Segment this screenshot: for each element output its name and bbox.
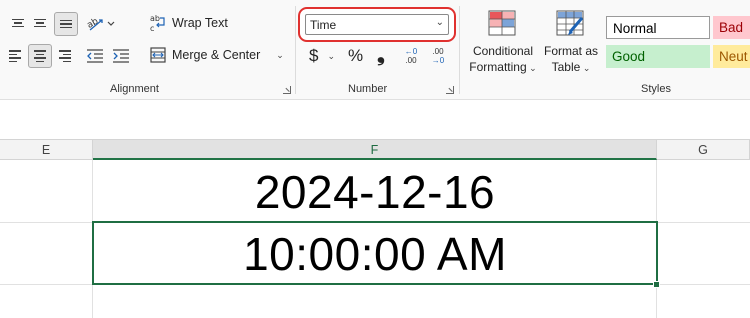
group-separator (459, 6, 460, 94)
bottom-align-icon (60, 19, 72, 29)
chevron-down-icon[interactable]: ⌄ (327, 51, 335, 62)
cell-style-neut[interactable]: Neut (713, 45, 750, 68)
cell-style-good[interactable]: Good (606, 45, 710, 68)
cell-f-date[interactable]: 2024-12-16 (93, 165, 657, 219)
formula-bar-area (0, 100, 750, 140)
merge-center-button[interactable]: Merge & Center ⌄ (150, 47, 284, 63)
conditional-formatting-label-2: Formatting (469, 60, 527, 74)
conditional-formatting-button[interactable]: Conditional Formatting ⌄ (466, 8, 540, 76)
group-separator (295, 6, 296, 94)
accounting-format-button[interactable]: $ ⌄ (309, 46, 335, 66)
chevron-down-icon: ⌄ (435, 17, 444, 28)
align-center-icon (34, 50, 46, 62)
merge-center-icon (150, 47, 166, 63)
chevron-down-icon[interactable]: ⌄ (276, 50, 284, 61)
decrease-indent-button[interactable] (84, 46, 106, 66)
middle-align-button[interactable] (30, 13, 50, 33)
center-button[interactable] (28, 44, 52, 68)
align-right-button[interactable] (55, 46, 75, 66)
cell-style-bad[interactable]: Bad (713, 16, 750, 39)
chevron-down-icon: ⌄ (580, 63, 591, 73)
alignment-launcher-icon[interactable] (283, 86, 291, 94)
number-format-highlight: Time ⌄ (298, 7, 456, 42)
top-align-button[interactable] (8, 13, 28, 33)
increase-decimal-icon: ←0 (404, 47, 418, 56)
cell-style-normal[interactable]: Normal (606, 16, 710, 39)
active-cell-border (92, 221, 658, 285)
increase-indent-button[interactable] (110, 46, 132, 66)
orientation-button[interactable]: ab (85, 12, 117, 34)
number-group-label: Number (348, 83, 388, 95)
chevron-down-icon: ⌄ (526, 63, 537, 73)
svg-text:ab: ab (150, 14, 160, 23)
decrease-decimal-icon: →0 (431, 56, 445, 65)
format-as-table-label-2: Table (551, 60, 581, 74)
conditional-formatting-icon (488, 10, 516, 36)
column-header-f[interactable]: F (93, 140, 657, 160)
styles-group-label: Styles (641, 83, 671, 95)
merge-center-label: Merge & Center (172, 48, 261, 62)
column-header-g[interactable]: G (657, 140, 750, 160)
wrap-text-button[interactable]: ab c Wrap Text (150, 14, 228, 32)
orientation-icon: ab (86, 16, 115, 31)
fill-handle[interactable] (653, 281, 660, 288)
increase-decimal-label: .00 (405, 56, 417, 65)
percent-style-button[interactable]: % (348, 46, 363, 66)
currency-symbol: $ (309, 46, 319, 65)
align-left-icon (9, 50, 21, 62)
increase-decimal-button[interactable]: ←0 .00 (399, 44, 423, 68)
percent-symbol: % (348, 46, 364, 65)
decrease-decimal-button[interactable]: .00 →0 (426, 44, 450, 68)
decrease-decimal-label: .00 (432, 47, 444, 56)
alignment-group-label: Alignment (110, 83, 159, 95)
comma-icon: ❟ (377, 44, 385, 66)
column-header-e[interactable]: E (0, 140, 93, 160)
format-as-table-button[interactable]: Format as Table ⌄ (541, 8, 601, 76)
top-align-icon (12, 18, 24, 28)
format-as-table-icon (556, 10, 584, 36)
align-right-icon (59, 50, 71, 62)
wrap-text-icon: ab c (150, 14, 165, 32)
decrease-indent-icon (87, 49, 103, 63)
svg-text:c: c (150, 24, 154, 32)
comma-style-button[interactable]: ❟ (377, 44, 385, 67)
bottom-align-button[interactable] (54, 12, 78, 36)
number-format-dropdown[interactable]: Time ⌄ (305, 14, 449, 35)
ribbon: ab ab c Wrap Text Merge & Center ⌄ Align… (0, 0, 750, 100)
align-left-button[interactable] (5, 46, 25, 66)
number-format-value: Time (310, 18, 337, 32)
conditional-formatting-label-1: Conditional (472, 44, 534, 58)
middle-align-icon (34, 18, 46, 28)
increase-indent-icon (113, 49, 129, 63)
wrap-text-label: Wrap Text (172, 16, 228, 30)
format-as-table-label-1: Format as (543, 44, 598, 58)
number-launcher-icon[interactable] (446, 86, 454, 94)
